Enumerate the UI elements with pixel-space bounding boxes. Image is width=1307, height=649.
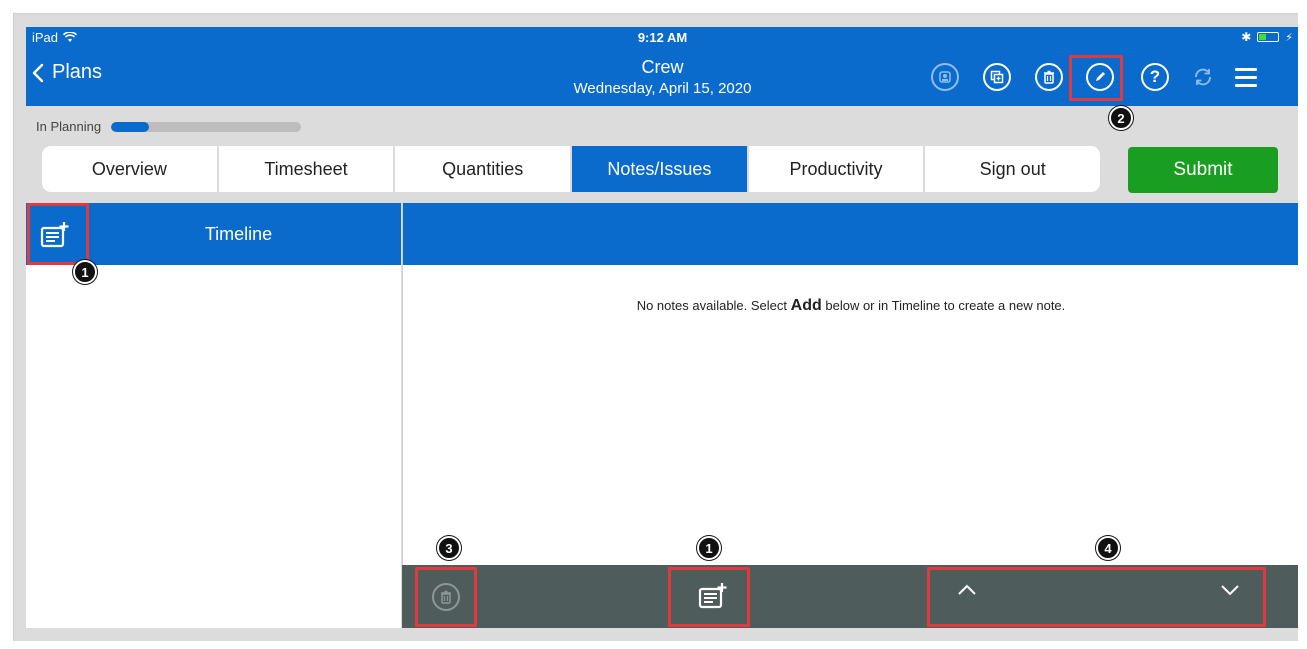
tab-quantities[interactable]: Quantities [395,146,573,192]
empty-msg-add: Add [790,297,822,314]
callout-badge-3: 3 [437,536,461,560]
battery-icon [1257,32,1280,42]
callout-box-timeline-add [27,203,89,265]
menu-icon[interactable] [1235,68,1257,92]
progress-label: In Planning [36,119,102,134]
sync-icon[interactable] [1189,63,1217,91]
callout-badge-4: 4 [1096,536,1120,560]
progress-track [111,121,302,132]
status-right: ✱ ⚡ [1241,30,1293,44]
progress-fill [111,121,150,132]
tab-sign-out[interactable]: Sign out [925,146,1100,192]
status-bar: iPad 9:12 AM ✱ ⚡ [26,27,1298,49]
charging-icon: ⚡ [1285,31,1293,44]
screenshot-frame: iPad 9:12 AM ✱ ⚡ Plans Crew Wednesday, A… [13,13,1298,641]
planning-progress: In Planning [36,119,302,134]
empty-msg-suffix: below or in Timeline to create a new not… [821,298,1066,313]
trash-icon[interactable] [1035,63,1063,91]
help-icon[interactable]: ? [1141,63,1169,91]
tab-overview[interactable]: Overview [42,146,219,192]
callout-badge-2: 2 [1109,106,1133,130]
section-tabs: Overview Timesheet Quantities Notes/Issu… [42,146,1100,192]
copy-icon[interactable] [983,63,1011,91]
callout-box-delete [415,567,477,627]
status-time: 9:12 AM [637,30,688,45]
callout-box-edit [1069,55,1123,101]
submit-button[interactable]: Submit [1128,147,1278,193]
bluetooth-icon: ✱ [1241,30,1252,44]
empty-msg-prefix: No notes available. Select [636,298,791,313]
notes-header [403,203,1298,265]
help-glyph: ? [1149,67,1161,86]
callout-badge-1-bottom: 1 [697,536,721,560]
callout-box-add-note [668,567,750,627]
callout-badge-1-timeline: 1 [73,260,97,284]
tab-timesheet[interactable]: Timesheet [219,146,396,192]
ipad-screen: iPad 9:12 AM ✱ ⚡ Plans Crew Wednesday, A… [26,27,1298,641]
tab-notes-issues[interactable]: Notes/Issues [572,146,749,192]
callout-box-navigate [927,567,1266,627]
user-doc-icon[interactable] [931,63,959,91]
tab-productivity[interactable]: Productivity [749,146,926,192]
empty-notes-message: No notes available. Select Add below or … [403,297,1298,315]
